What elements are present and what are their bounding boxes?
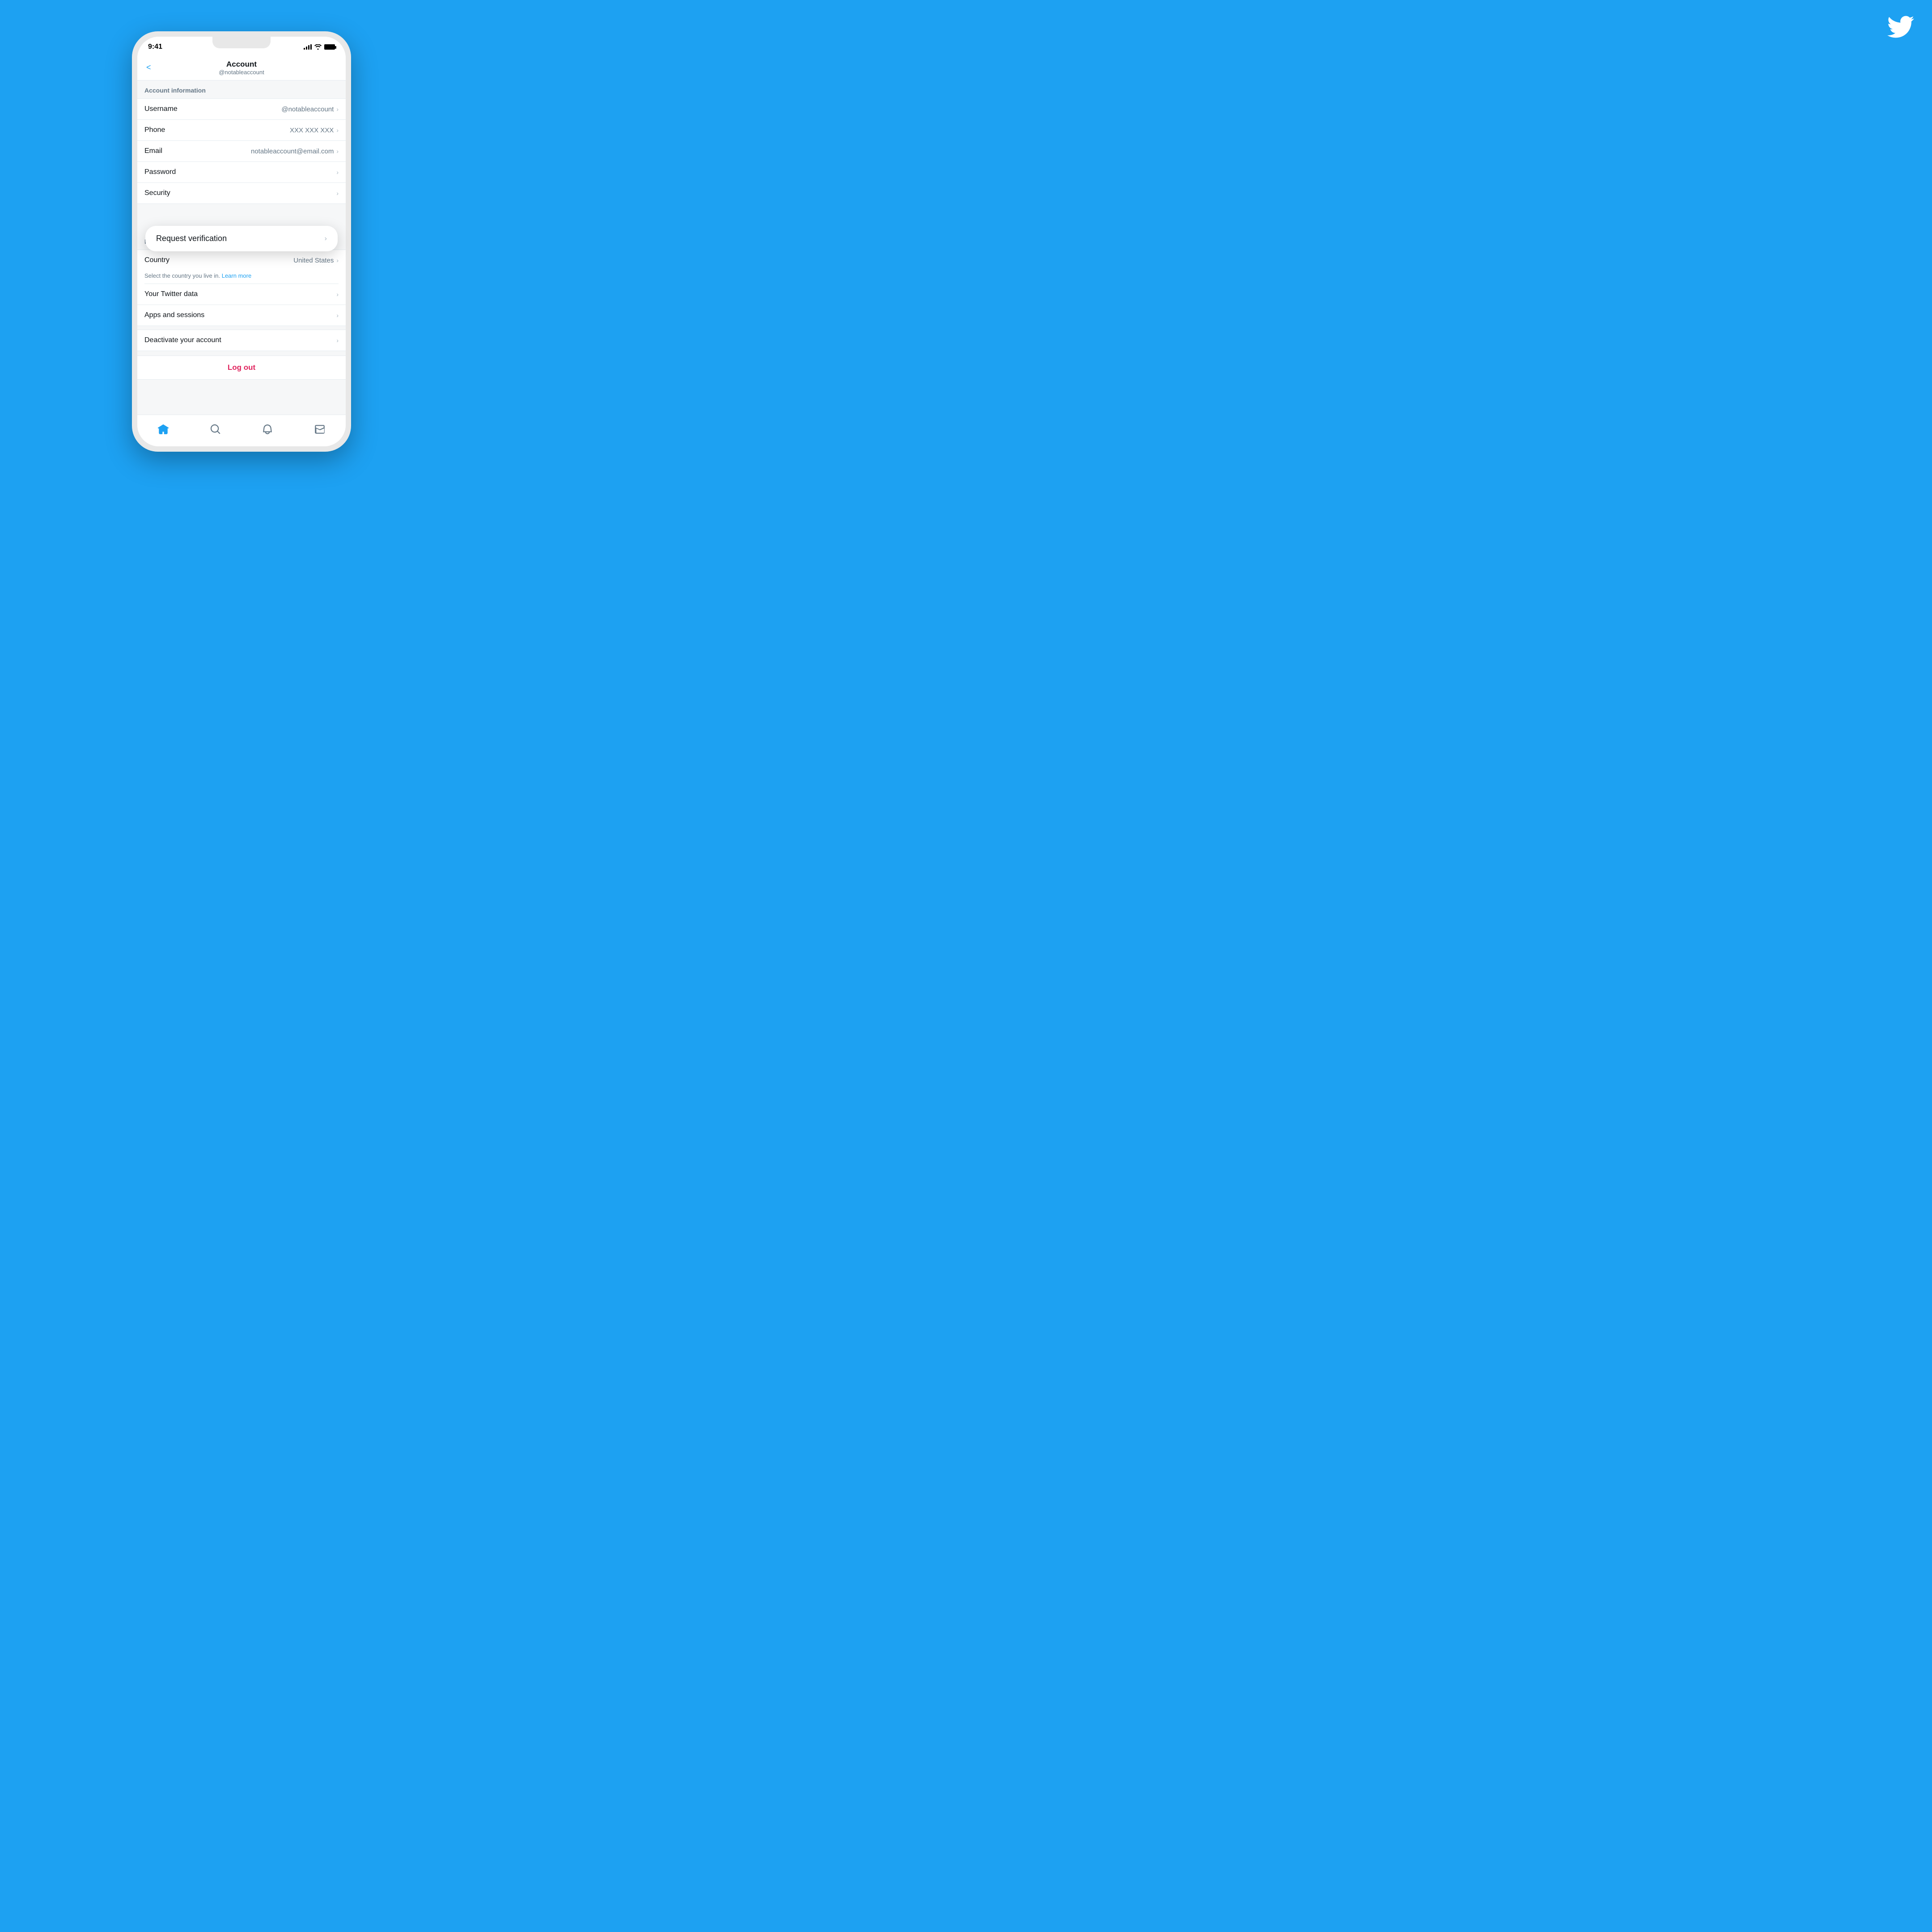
country-chevron: › xyxy=(336,257,339,264)
phone-chevron: › xyxy=(336,127,339,134)
learn-more-link[interactable]: Learn more xyxy=(222,272,251,279)
deactivate-label: Deactivate your account xyxy=(144,336,221,344)
email-label: Email xyxy=(144,147,162,155)
notifications-nav-item[interactable] xyxy=(258,419,277,439)
apps-sessions-row[interactable]: Apps and sessions › xyxy=(137,305,346,326)
password-label: Password xyxy=(144,168,176,176)
search-icon xyxy=(210,424,221,435)
phone-value: XXX XXX XXX xyxy=(290,127,334,134)
country-container: Country United States › Select the count… xyxy=(137,250,346,284)
phone-notch xyxy=(212,37,271,48)
password-row[interactable]: Password › xyxy=(137,162,346,183)
country-subtext: Select the country you live in. Learn mo… xyxy=(137,271,346,284)
username-right: @notableaccount › xyxy=(281,106,339,113)
nav-header: < Account @notableaccount xyxy=(137,55,346,80)
account-info-title: Account information xyxy=(144,87,206,94)
page-title: Account xyxy=(146,60,337,69)
email-row[interactable]: Email notableaccount@email.com › xyxy=(137,141,346,162)
email-right: notableaccount@email.com › xyxy=(251,148,339,155)
security-right: › xyxy=(336,190,339,197)
password-right: › xyxy=(336,169,339,176)
messages-icon xyxy=(314,424,326,435)
home-nav-item[interactable] xyxy=(153,419,173,439)
deactivate-row[interactable]: Deactivate your account › xyxy=(137,330,346,351)
apps-sessions-label: Apps and sessions xyxy=(144,311,204,319)
search-nav-item[interactable] xyxy=(206,419,225,439)
security-row[interactable]: Security › xyxy=(137,183,346,203)
account-handle: @notableaccount xyxy=(146,69,337,76)
back-button[interactable]: < xyxy=(146,63,151,72)
account-info-header: Account information xyxy=(137,80,346,98)
twitter-data-chevron: › xyxy=(336,291,339,298)
bottom-nav xyxy=(137,415,346,446)
notifications-icon xyxy=(262,424,273,435)
deactivate-chevron: › xyxy=(336,337,339,344)
username-row[interactable]: Username @notableaccount › xyxy=(137,99,346,120)
verification-label: Request verification xyxy=(156,234,227,243)
signal-icon xyxy=(304,44,312,50)
wifi-icon xyxy=(314,44,322,50)
security-chevron: › xyxy=(336,190,339,197)
verification-chevron: › xyxy=(325,235,327,243)
verification-card[interactable]: Request verification › xyxy=(145,226,338,251)
phone-right: XXX XXX XXX › xyxy=(290,127,339,134)
country-value: United States xyxy=(293,257,334,264)
username-value: @notableaccount xyxy=(281,106,334,113)
phone-wrapper: 9:41 < xyxy=(132,31,351,452)
country-row[interactable]: Country United States › xyxy=(137,250,346,271)
logout-button[interactable]: Log out xyxy=(137,356,346,379)
twitter-data-right: › xyxy=(336,291,339,298)
apps-sessions-right: › xyxy=(336,312,339,319)
email-value: notableaccount@email.com xyxy=(251,148,334,155)
email-chevron: › xyxy=(336,148,339,155)
twitter-logo xyxy=(1887,13,1914,46)
phone-row[interactable]: Phone XXX XXX XXX › xyxy=(137,120,346,141)
apps-sessions-chevron: › xyxy=(336,312,339,319)
deactivate-right: › xyxy=(336,337,339,344)
phone-label: Phone xyxy=(144,126,165,134)
twitter-data-label: Your Twitter data xyxy=(144,290,198,298)
username-chevron: › xyxy=(336,106,339,113)
username-label: Username xyxy=(144,105,178,113)
security-label: Security xyxy=(144,189,170,197)
home-icon xyxy=(157,424,169,435)
messages-nav-item[interactable] xyxy=(310,419,330,439)
section-gap-2 xyxy=(137,352,346,355)
country-label: Country xyxy=(144,256,169,264)
account-info-section: Username @notableaccount › Phone XXX XXX… xyxy=(137,98,346,204)
twitter-data-row[interactable]: Your Twitter data › xyxy=(137,284,346,305)
status-time: 9:41 xyxy=(148,43,162,51)
logout-section: Log out xyxy=(137,356,346,380)
status-icons xyxy=(304,44,335,50)
data-permissions-section: Country United States › Select the count… xyxy=(137,250,346,326)
country-right: United States › xyxy=(293,257,339,264)
battery-icon xyxy=(324,44,335,50)
deactivate-section: Deactivate your account › xyxy=(137,330,346,351)
password-chevron: › xyxy=(336,169,339,176)
